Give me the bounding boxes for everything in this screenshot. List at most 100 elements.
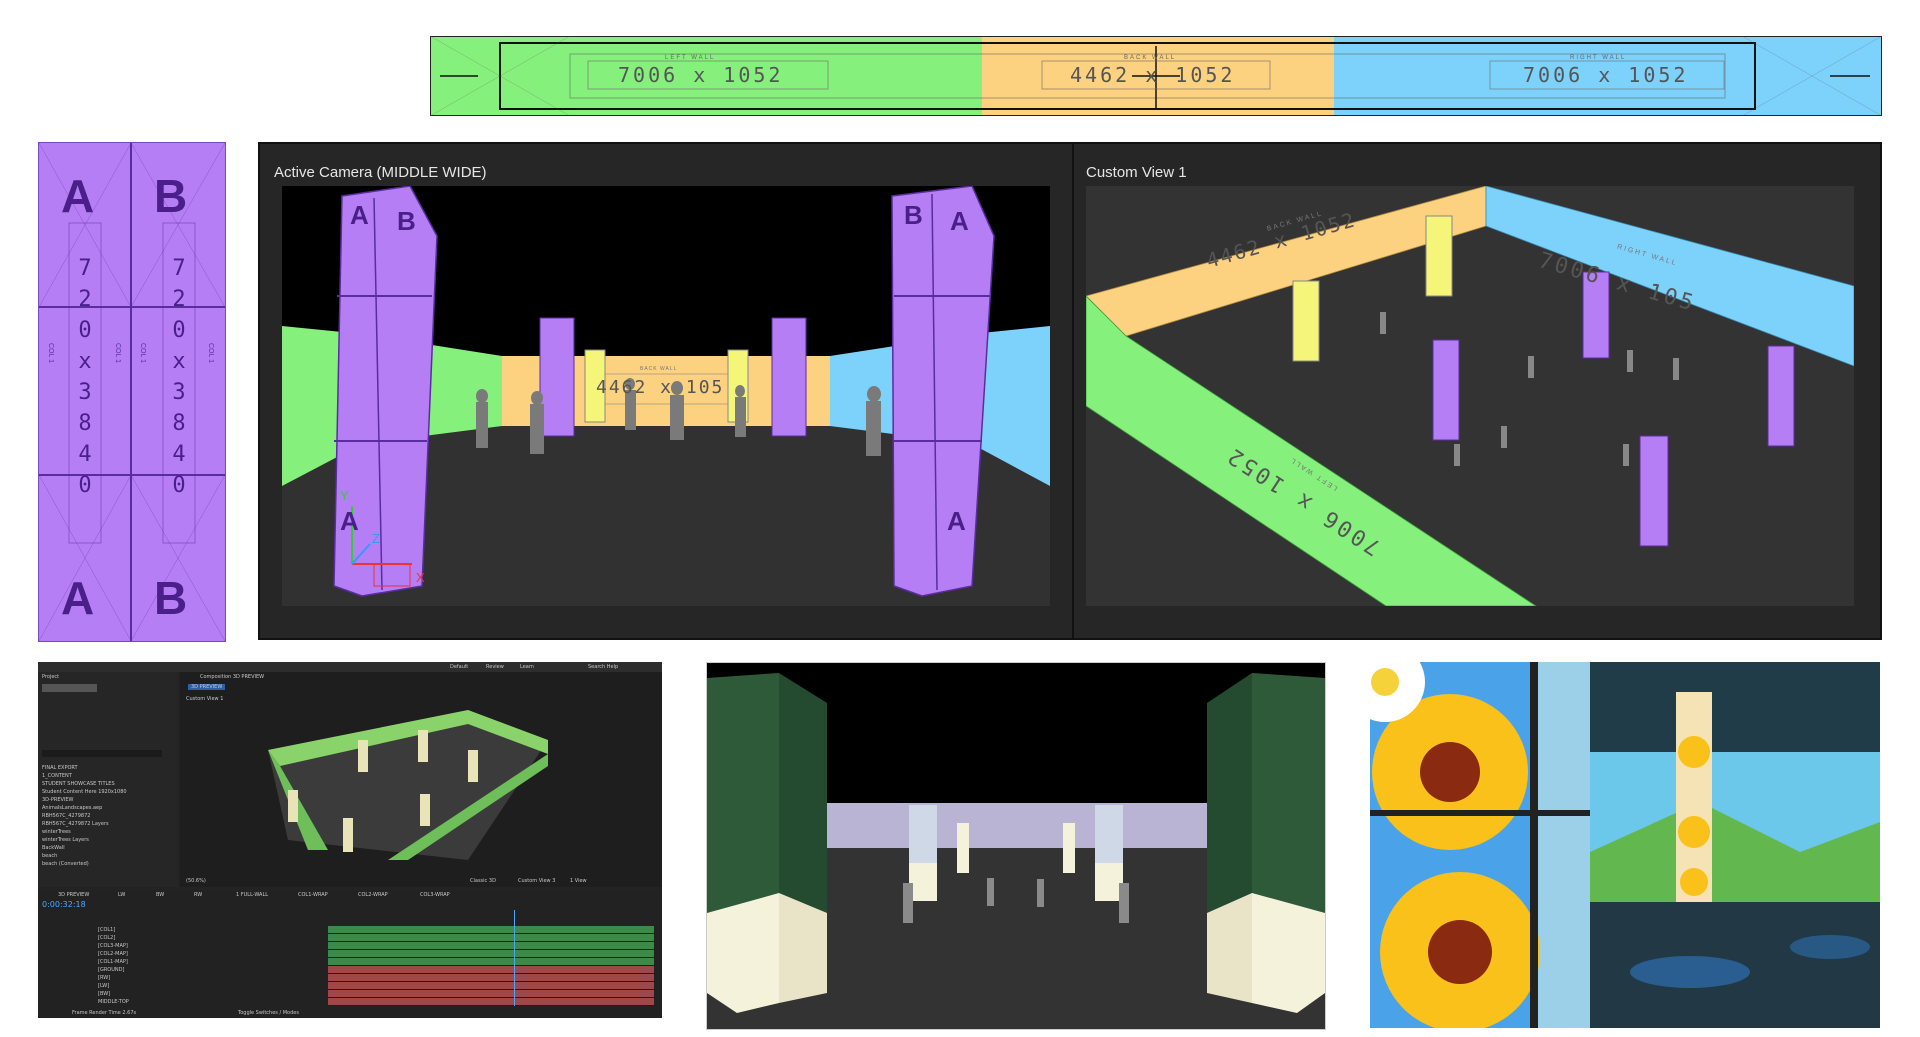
timecode[interactable]: 0:00:32:18	[42, 900, 86, 909]
col-label: COL 1	[47, 343, 54, 363]
custom-view-viewport[interactable]: 4462 x 1052 BACK WALL 7006 x 105 RIGHT W…	[1086, 186, 1854, 606]
column-letter: A	[950, 206, 969, 236]
project-item[interactable]: beach	[42, 852, 174, 860]
dim-char: 3	[172, 380, 186, 405]
layer-row[interactable]: [GROUND]	[98, 966, 248, 974]
column-letter-b-bottom: B	[154, 572, 188, 624]
project-item[interactable]: AnimalsLandscapes.aep	[42, 804, 174, 812]
project-search[interactable]	[42, 750, 162, 757]
timeline-tab[interactable]: COL2-WRAP	[358, 892, 388, 898]
timeline-tab[interactable]: COL3-WRAP	[420, 892, 450, 898]
right-wall-dims: 7006 x 1052	[1523, 63, 1689, 87]
layer-row[interactable]: [COL1-MAP]	[98, 958, 248, 966]
project-item[interactable]: 1_CONTENT	[42, 772, 174, 780]
after-effects-screenshot: Default Review Learn Search Help Project…	[38, 662, 662, 1018]
comp-tab[interactable]: Composition 3D PREVIEW	[200, 674, 264, 680]
layer-row[interactable]: [COL3-MAP]	[98, 942, 248, 950]
playhead[interactable]	[514, 910, 515, 1006]
workspace-default[interactable]: Default	[450, 664, 468, 670]
search-help[interactable]: Search Help	[588, 664, 618, 670]
timeline-tracks[interactable]	[328, 910, 654, 1006]
column-dims-left: 7 2 0 x 3 8 4 0	[73, 253, 97, 501]
installation-photo	[1370, 662, 1880, 1028]
active-camera-title: Active Camera (MIDDLE WIDE)	[274, 164, 487, 181]
comp-chip[interactable]: 3D PREVIEW	[188, 684, 226, 690]
workspace-review[interactable]: Review	[486, 664, 504, 670]
axis-x-label: X	[416, 570, 425, 585]
timeline-tab[interactable]: 3D PREVIEW	[58, 892, 89, 898]
project-item[interactable]: RBH567C_4279872	[42, 812, 174, 820]
left-wall-label: LEFT WALL	[665, 55, 716, 61]
dim-char: 7	[172, 256, 186, 281]
timeline-tab[interactable]: 1 FULL-WALL	[236, 892, 268, 898]
custom-view-title: Custom View 1	[1086, 164, 1187, 181]
view-count[interactable]: 1 View	[570, 878, 587, 884]
column-letter-a-top: A	[61, 170, 95, 222]
ae-project-panel: Project FINAL EXPORT 1_CONTENT STUDENT S…	[38, 672, 178, 887]
layer-row[interactable]: [LW]	[98, 982, 248, 990]
installation-photo-graphic	[1370, 662, 1880, 1028]
right-wall-label: RIGHT WALL	[1570, 55, 1627, 61]
layer-row[interactable]: MIDDLE-TOP	[98, 998, 248, 1006]
toggle-switches[interactable]: Toggle Switches / Modes	[238, 1010, 299, 1016]
column-letter: B	[397, 206, 416, 236]
dim-char: 4	[172, 442, 186, 467]
layer-row[interactable]: [COL2-MAP]	[98, 950, 248, 958]
project-item[interactable]: winterTrees Layers	[42, 836, 174, 844]
viewports-panel: Active Camera (MIDDLE WIDE) 4462 x 105 B…	[258, 142, 1882, 640]
project-item[interactable]: RBH567C_4279872 Layers	[42, 820, 174, 828]
project-list: FINAL EXPORT 1_CONTENT STUDENT SHOWCASE …	[42, 764, 174, 868]
project-item[interactable]: FINAL EXPORT	[42, 764, 174, 772]
dim-char: 0	[172, 318, 186, 343]
column-template: A B A B 7 2 0 x 3 8 4 0 7 2 0 x 3 8 4 0 …	[38, 142, 226, 642]
project-item[interactable]: STUDENT SHOWCASE TITLES	[42, 780, 174, 788]
timeline-tracks-red	[328, 966, 654, 1006]
wall-strip: LEFT WALL 7006 x 1052 BACK WALL 4462 x 1…	[430, 36, 1882, 116]
project-item[interactable]: BackWall	[42, 844, 174, 852]
column-dims-right: 7 2 0 x 3 8 4 0	[167, 253, 191, 501]
dim-char: 0	[78, 473, 92, 498]
column-letter-b-top: B	[154, 170, 188, 222]
layer-row[interactable]: [BW]	[98, 990, 248, 998]
ae-composition-panel: Composition 3D PREVIEW 3D PREVIEW Custom…	[180, 672, 662, 887]
project-item[interactable]: Student Content Here 1920x1080	[42, 788, 174, 796]
back-wall-dims: 4462 x 1052	[1070, 63, 1236, 87]
timeline-tab[interactable]: LW	[118, 892, 125, 898]
timeline-tab[interactable]: COL1-WRAP	[298, 892, 328, 898]
axis-z-label: Z	[372, 531, 380, 546]
ae-toolbar: Default Review Learn Search Help	[38, 662, 662, 672]
dim-char: 4	[78, 442, 92, 467]
view-label: Custom View 1	[186, 696, 224, 702]
view-select[interactable]: Custom View 3	[518, 878, 555, 884]
comp-preview-scene	[268, 710, 548, 860]
project-item[interactable]: 3D-PREVIEW	[42, 796, 174, 804]
axis-y-label: Y	[340, 488, 349, 503]
dim-char: 7	[78, 256, 92, 281]
active-camera-viewport[interactable]: 4462 x 105 BACK WALL X Y Z A B A B A A	[282, 186, 1050, 606]
left-wall-dims: 7006 x 1052	[618, 63, 784, 87]
project-item[interactable]: winterTrees	[42, 828, 174, 836]
ae-timeline-panel: 3D PREVIEW LW BW RW 1 FULL-WALL COL1-WRA…	[38, 890, 662, 1018]
column-letter: A	[340, 506, 359, 536]
render-time: Frame Render Time 2.67s	[72, 1010, 137, 1016]
viewport-divider[interactable]	[1072, 144, 1074, 638]
timeline-tab[interactable]: RW	[194, 892, 202, 898]
dim-char: 8	[78, 411, 92, 436]
custom-view-scene	[1086, 186, 1854, 606]
project-tab[interactable]: Project	[42, 674, 59, 680]
col-label: COL 1	[114, 343, 121, 363]
layer-row[interactable]: [COL2]	[98, 934, 248, 942]
dim-char: x	[78, 349, 92, 374]
renderer-select[interactable]: Classic 3D	[470, 878, 496, 884]
col-label: COL 1	[207, 343, 214, 363]
timeline-tab[interactable]: BW	[156, 892, 164, 898]
active-back-label: BACK WALL	[640, 366, 678, 372]
layer-row[interactable]: [RW]	[98, 974, 248, 982]
workspace-learn[interactable]: Learn	[520, 664, 534, 670]
layer-row[interactable]: [COL1]	[98, 926, 248, 934]
active-back-dims: 4462 x 105	[596, 377, 725, 398]
col-label: COL 1	[139, 343, 146, 363]
project-item[interactable]: beach (Converted)	[42, 860, 174, 868]
column-letter: A	[947, 506, 966, 536]
zoom-level[interactable]: (50.6%)	[186, 878, 206, 884]
